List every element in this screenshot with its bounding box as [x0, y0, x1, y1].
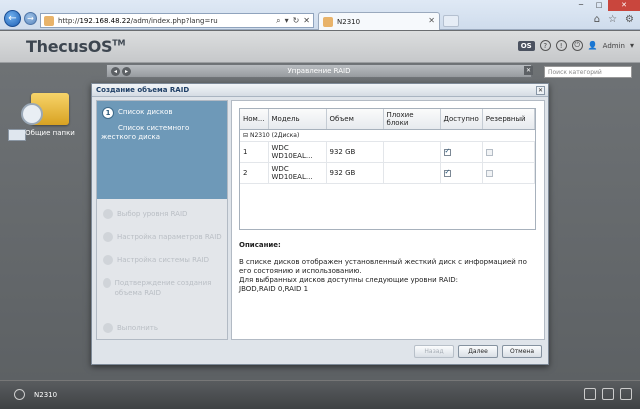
- description-text: Для выбранных дисков доступны следующие …: [239, 276, 459, 284]
- close-tab-icon[interactable]: ✕: [428, 16, 435, 25]
- forward-button[interactable]: →: [24, 12, 37, 25]
- collapse-icon[interactable]: ⊟: [243, 132, 248, 139]
- disk-list-grid: Ном... Модель Объем Плохие блоки Доступн…: [239, 108, 536, 230]
- app-header: ThecusOSTM OS ? ! ⏻ 👤 Admin ▾: [0, 31, 640, 63]
- table-cell: 1: [240, 141, 269, 163]
- description-text: JBOD,RAID 0,RAID 1: [239, 285, 309, 293]
- step-dot-icon: [103, 278, 111, 288]
- step-dot-icon: [103, 255, 113, 265]
- forward-icon[interactable]: ▸: [122, 67, 131, 76]
- close-icon[interactable]: ✕: [524, 66, 533, 75]
- table-cell: 932 GB: [326, 141, 384, 163]
- os-badge[interactable]: OS: [517, 40, 535, 51]
- window-title: Управление RAID: [287, 67, 351, 75]
- column-header[interactable]: Доступно: [440, 109, 483, 130]
- available-checkbox[interactable]: [443, 147, 451, 156]
- back-button[interactable]: Назад: [414, 345, 454, 358]
- user-menu[interactable]: Admin: [603, 42, 625, 50]
- wizard-step: Настройка параметров RAID: [103, 232, 222, 242]
- wizard-steps: 1 Список дисков Список системного жестко…: [96, 100, 228, 340]
- shared-folders-shortcut[interactable]: Общие папки: [21, 93, 76, 137]
- step-dot-icon: [103, 323, 113, 333]
- table-cell: 932 GB: [326, 162, 384, 184]
- description-panel: Описание: В списке дисков отображен уста…: [239, 241, 539, 294]
- home-icon[interactable]: ⌂: [594, 14, 600, 25]
- maximize-button[interactable]: □: [590, 0, 608, 11]
- dialog-title: Создание объема RAID: [92, 84, 548, 97]
- spare-checkbox[interactable]: [485, 169, 493, 177]
- back-button[interactable]: ←: [4, 10, 21, 27]
- wizard-step: Подтверждение создания объема RAID: [103, 278, 225, 298]
- list-icon[interactable]: [620, 388, 632, 400]
- help-icon[interactable]: ?: [539, 40, 551, 51]
- step-label: Список дисков: [118, 108, 173, 116]
- address-bar[interactable]: http://192.168.48.22/adm/index.php?lang=…: [40, 13, 314, 28]
- power-icon[interactable]: [14, 389, 25, 400]
- column-header[interactable]: Ном...: [240, 109, 269, 130]
- close-icon[interactable]: ✕: [536, 86, 545, 95]
- minimize-button[interactable]: ─: [572, 0, 590, 11]
- table-cell: [482, 141, 536, 163]
- table-row[interactable]: 2 WDC WD10EAL... 932 GB: [240, 162, 536, 184]
- table-cell: 2: [240, 162, 269, 184]
- available-checkbox[interactable]: [443, 168, 451, 177]
- step-number-badge: 1: [102, 107, 114, 119]
- favorites-icon[interactable]: ☆: [608, 14, 617, 25]
- thecus-logo: ThecusOSTM: [26, 37, 126, 56]
- device-name: N2310: [34, 391, 58, 399]
- user-icon: 👤: [587, 41, 598, 50]
- step-sublabel: Список системного жесткого диска: [101, 124, 190, 141]
- wizard-content: Ном... Модель Объем Плохие блоки Доступн…: [231, 100, 545, 340]
- new-tab-button[interactable]: [443, 15, 459, 27]
- description-text: В списке дисков отображен установленный …: [239, 258, 527, 275]
- dropdown-icon[interactable]: ▾: [285, 16, 289, 26]
- tab-favicon-icon: [323, 16, 333, 27]
- table-cell: [440, 162, 483, 184]
- gear-icon[interactable]: ⚙: [625, 14, 634, 25]
- step-dot-icon: [103, 209, 113, 219]
- cancel-button[interactable]: Отмена: [502, 345, 542, 358]
- wizard-step-active: 1 Список дисков Список системного жестко…: [97, 101, 227, 199]
- table-cell: [383, 162, 441, 184]
- description-heading: Описание:: [239, 241, 281, 249]
- monitor-icon[interactable]: [602, 388, 614, 400]
- column-header[interactable]: Плохие блоки: [383, 109, 441, 130]
- table-cell: [482, 162, 536, 184]
- search-icon[interactable]: ⌕: [276, 16, 280, 26]
- next-button[interactable]: Далее: [458, 345, 498, 358]
- close-window-button[interactable]: ✕: [608, 0, 640, 11]
- search-input[interactable]: Поиск категорий: [544, 66, 632, 78]
- chevron-down-icon[interactable]: ▾: [630, 41, 634, 50]
- wizard-step: Выполнить: [103, 323, 158, 333]
- info-icon[interactable]: !: [555, 40, 567, 51]
- refresh-icon[interactable]: ↻: [293, 16, 300, 26]
- address-url: http://192.168.48.22/adm/index.php?lang=…: [58, 16, 218, 25]
- create-raid-dialog: Создание объема RAID ✕ 1 Список дисков С…: [91, 83, 549, 365]
- table-cell: WDC WD10EAL...: [268, 141, 327, 163]
- site-favicon-icon: [44, 15, 54, 26]
- browser-tab[interactable]: N2310 ✕: [318, 12, 440, 30]
- table-cell: [440, 141, 483, 163]
- column-header[interactable]: Резервный: [482, 109, 536, 130]
- step-dot-icon: [103, 232, 113, 242]
- table-cell: [383, 141, 441, 163]
- browser-toolbar: ← → http://192.168.48.22/adm/index.php?l…: [0, 0, 640, 30]
- power-icon[interactable]: ⏻: [571, 40, 583, 51]
- wizard-step: Настройка системы RAID: [103, 255, 209, 265]
- folder-icon: [21, 93, 69, 125]
- column-header[interactable]: Модель: [268, 109, 327, 130]
- back-icon[interactable]: ◂: [111, 67, 120, 76]
- storage-icon[interactable]: [584, 388, 596, 400]
- table-cell: WDC WD10EAL...: [268, 162, 327, 184]
- tab-title: N2310: [337, 17, 361, 26]
- wizard-step: Выбор уровня RAID: [103, 209, 187, 219]
- spare-checkbox[interactable]: [485, 148, 493, 156]
- taskbar: N2310: [0, 380, 640, 409]
- stop-icon[interactable]: ✕: [303, 16, 310, 26]
- shared-folders-label: Общие папки: [25, 129, 75, 137]
- table-row[interactable]: 1 WDC WD10EAL... 932 GB: [240, 141, 536, 163]
- column-header[interactable]: Объем: [326, 109, 384, 130]
- group-row[interactable]: ⊟ N2310 (2Диска): [240, 129, 535, 142]
- raid-management-window: ◂ ▸ Управление RAID: [106, 64, 532, 78]
